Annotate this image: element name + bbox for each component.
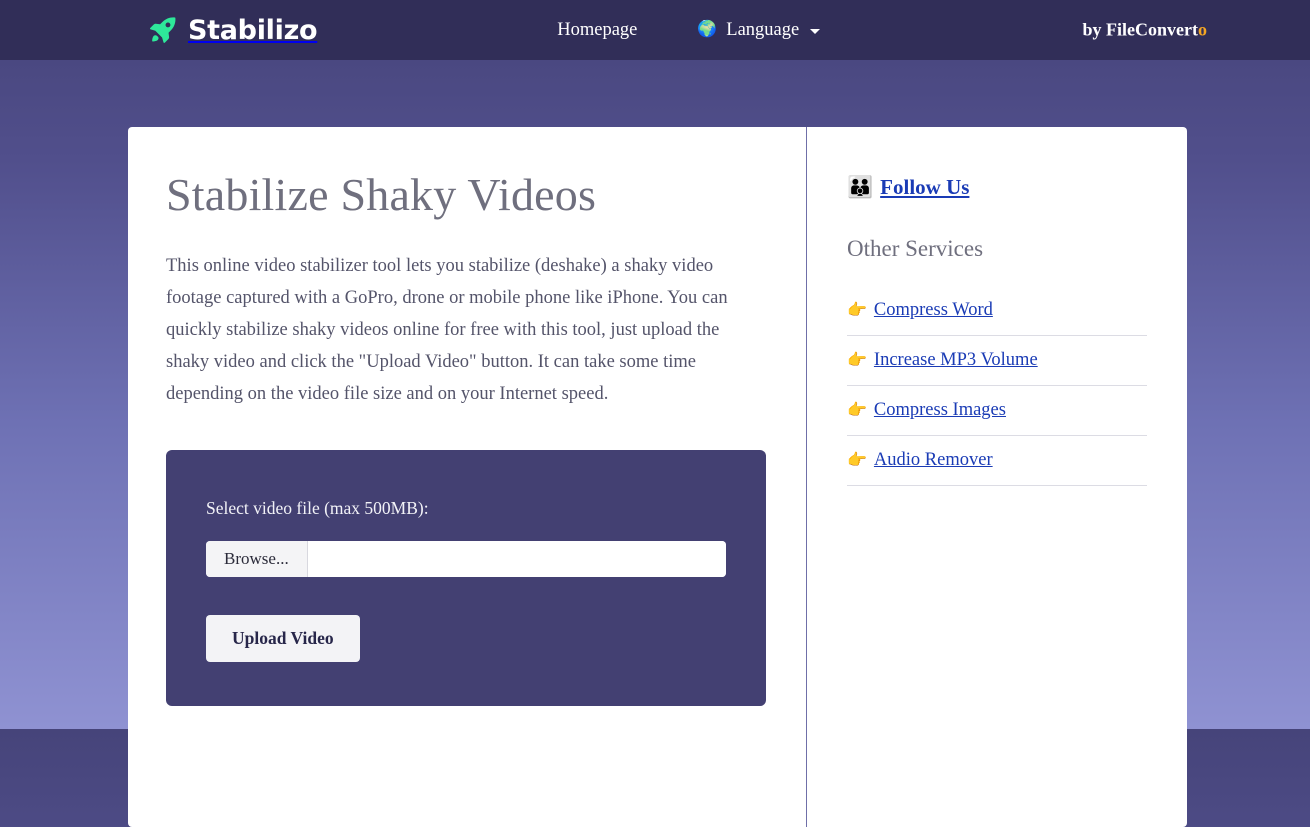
- content-card: Stabilize Shaky Videos This online video…: [128, 127, 1187, 827]
- brand-logo[interactable]: Stabilizo: [148, 14, 318, 46]
- pointing-hand-icon: 👉: [847, 401, 867, 419]
- list-item[interactable]: 👉 Audio Remover: [847, 436, 1147, 486]
- upload-video-button[interactable]: Upload Video: [206, 614, 360, 662]
- page-title: Stabilize Shaky Videos: [166, 169, 597, 220]
- nav-item-language[interactable]: 🌍 Language: [697, 19, 821, 41]
- main-nav: Homepage 🌍 Language: [557, 19, 821, 41]
- nav-language-label: Language: [726, 19, 800, 40]
- follow-us-block: 👪 Follow Us: [847, 175, 1147, 200]
- service-link-audio-remover[interactable]: Audio Remover: [874, 450, 993, 471]
- globe-icon: 🌍: [697, 21, 718, 38]
- main-column: Stabilize Shaky Videos This online video…: [128, 127, 806, 827]
- byline-accent: o: [1198, 19, 1207, 40]
- byline-fileconverto[interactable]: by FileConverto: [1083, 20, 1207, 41]
- rocket-icon: [148, 15, 178, 45]
- nav-item-homepage[interactable]: Homepage: [557, 20, 637, 41]
- nav-homepage-label: Homepage: [557, 19, 638, 40]
- pointing-hand-icon: 👉: [847, 351, 867, 369]
- other-services-heading: Other Services: [847, 236, 984, 261]
- intro-paragraph: This online video stabilizer tool lets y…: [166, 255, 728, 404]
- pointing-hand-icon: 👉: [847, 301, 867, 319]
- service-link-increase-mp3-volume[interactable]: Increase MP3 Volume: [874, 350, 1038, 371]
- pointing-hand-icon: 👉: [847, 451, 867, 469]
- service-link-compress-word[interactable]: Compress Word: [874, 300, 993, 321]
- chevron-down-icon: [810, 29, 821, 34]
- brand-name: Stabilizo: [188, 14, 318, 46]
- service-link-compress-images[interactable]: Compress Images: [874, 400, 1006, 421]
- sidebar: 👪 Follow Us Other Services 👉 Compress Wo…: [806, 127, 1187, 827]
- upload-form: Select video file (max 500MB): Browse...…: [166, 449, 766, 706]
- list-item[interactable]: 👉 Compress Word: [847, 286, 1147, 336]
- other-services-list: 👉 Compress Word 👉 Increase MP3 Volume 👉 …: [847, 286, 1147, 486]
- site-header: Stabilizo Homepage 🌍 Language by FileCon…: [0, 0, 1310, 60]
- follow-us-link[interactable]: Follow Us: [880, 175, 969, 200]
- byline-text: by FileConvert: [1082, 19, 1198, 40]
- list-item[interactable]: 👉 Compress Images: [847, 386, 1147, 436]
- family-emoji-icon: 👪: [847, 175, 874, 199]
- list-item[interactable]: 👉 Increase MP3 Volume: [847, 336, 1147, 386]
- browse-button[interactable]: Browse...: [206, 540, 308, 577]
- file-name-display: [307, 540, 726, 577]
- file-select-label: Select video file (max 500MB):: [206, 497, 429, 518]
- file-input[interactable]: Browse...: [206, 540, 726, 577]
